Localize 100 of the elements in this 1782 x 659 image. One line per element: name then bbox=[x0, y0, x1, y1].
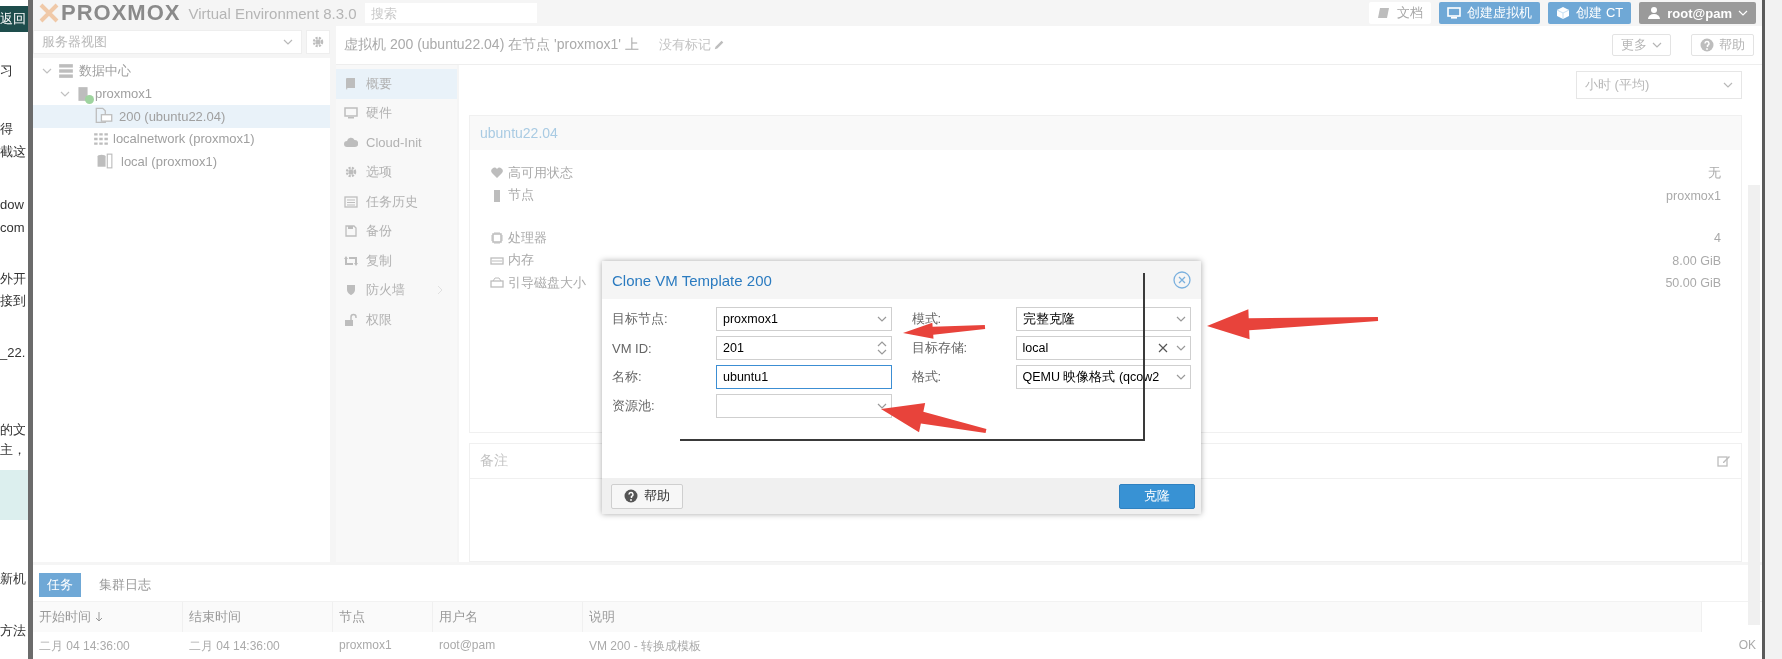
column-header[interactable]: 节点 bbox=[333, 602, 433, 632]
vm-title: 虚拟机 200 (ubuntu22.04) 在节点 'proxmox1' 上 bbox=[344, 36, 639, 54]
edit-button[interactable] bbox=[1717, 454, 1731, 468]
field-label: 目标存储: bbox=[911, 339, 969, 357]
summary-value: 无 bbox=[1708, 164, 1721, 182]
tree-item[interactable]: localnetwork (proxmox1) bbox=[33, 127, 330, 150]
input-field[interactable]: ubuntu1 bbox=[716, 365, 892, 389]
spinner-icon[interactable] bbox=[876, 341, 887, 355]
page-text: 主， bbox=[0, 441, 27, 459]
help-icon bbox=[1700, 38, 1714, 52]
nav-item[interactable]: 任务历史 bbox=[336, 187, 457, 217]
view-dropdown[interactable]: 服务器视图 bbox=[33, 30, 302, 54]
chevron-down-icon bbox=[1176, 345, 1186, 351]
page-text: com bbox=[0, 219, 26, 237]
settings-button[interactable] bbox=[306, 30, 330, 54]
chip-icon bbox=[490, 231, 504, 246]
page-text: 得 bbox=[0, 120, 14, 138]
page-text: 新机 bbox=[0, 570, 27, 588]
nav-item[interactable]: Cloud-Init bbox=[336, 128, 457, 158]
panel-title: ubuntu22.04 bbox=[480, 125, 558, 141]
table-cell-text: proxmox1 bbox=[338, 637, 393, 654]
logo: PROXMOX bbox=[61, 0, 181, 26]
clear-icon[interactable] bbox=[1158, 343, 1168, 353]
column-header[interactable]: 说明 bbox=[583, 602, 1702, 632]
book-icon bbox=[1377, 6, 1392, 20]
tab[interactable]: 任务 bbox=[39, 573, 81, 597]
dropdown-field[interactable]: 完整克隆 bbox=[1015, 307, 1191, 331]
field-label: 名称: bbox=[612, 368, 643, 386]
help-button[interactable]: 帮助 bbox=[1691, 34, 1754, 56]
summary-value: 50.00 GiB bbox=[1665, 276, 1721, 291]
chevron-down-icon bbox=[1723, 82, 1733, 88]
tags-label[interactable]: 没有标记 bbox=[658, 36, 725, 54]
summary-value: 4 bbox=[1714, 231, 1721, 246]
monitor-file-icon bbox=[93, 107, 115, 126]
expander-icon bbox=[42, 68, 52, 75]
table-cell-text: root@pam bbox=[438, 637, 497, 654]
tab[interactable]: 集群日志 bbox=[91, 573, 159, 597]
version-label: Virtual Environment 8.3.0 bbox=[188, 4, 357, 22]
summary-label: 内存 bbox=[490, 252, 534, 270]
close-button[interactable] bbox=[1173, 271, 1191, 289]
gear-icon bbox=[344, 165, 358, 180]
summary-label: 节点 bbox=[490, 187, 534, 205]
chevron-down-icon bbox=[1738, 10, 1748, 16]
page-text: 习 bbox=[0, 62, 14, 80]
nav-item[interactable]: 复制 bbox=[336, 246, 457, 276]
panel-title: 备注 bbox=[480, 452, 508, 470]
monitor-icon bbox=[344, 106, 358, 121]
grid-icon bbox=[93, 130, 109, 147]
page-text: dow bbox=[0, 196, 25, 214]
summary-value: proxmox1 bbox=[1666, 188, 1721, 203]
tree-item[interactable]: 数据中心 bbox=[33, 60, 330, 83]
server-rack-icon bbox=[57, 63, 75, 80]
docs-button[interactable]: 文档 bbox=[1369, 2, 1432, 24]
cube-icon bbox=[1556, 6, 1571, 20]
nav-item[interactable]: 备份 bbox=[336, 216, 457, 246]
tree-item[interactable]: proxmox1 bbox=[33, 82, 330, 105]
server-icon bbox=[75, 85, 91, 102]
table-cell-text: 二月 04 14:36:00 bbox=[188, 638, 281, 655]
summary-label: 高可用状态 bbox=[490, 164, 573, 182]
field-label: 模式: bbox=[911, 310, 943, 328]
dropdown-field[interactable]: proxmox1 bbox=[716, 307, 892, 331]
timeframe-dropdown[interactable]: 小时 (平均) bbox=[1576, 71, 1742, 99]
chevron-down-icon bbox=[1652, 42, 1662, 48]
chevron-down-icon bbox=[283, 39, 293, 45]
nav-item[interactable]: 权限 bbox=[336, 305, 457, 335]
page-text: 外开 bbox=[0, 270, 27, 288]
summary-label: 引导磁盘大小 bbox=[490, 274, 586, 292]
nav-item[interactable]: 硬件 bbox=[336, 98, 457, 128]
heart-icon bbox=[490, 166, 504, 181]
shield-icon bbox=[344, 283, 358, 298]
create-ct-button[interactable]: 创建 CT bbox=[1548, 2, 1632, 24]
page-text: 方法 bbox=[0, 622, 27, 640]
column-header[interactable]: 用户名 bbox=[433, 602, 583, 632]
dropdown-field[interactable]: local bbox=[1015, 336, 1191, 360]
user-menu-button[interactable]: root@pam bbox=[1639, 2, 1756, 24]
field-label: VM ID: bbox=[612, 340, 653, 356]
column-header[interactable]: 结束时间 bbox=[183, 602, 333, 632]
page-text: 截这 bbox=[0, 143, 27, 161]
dropdown-field[interactable] bbox=[716, 394, 892, 418]
cloud-icon bbox=[344, 135, 358, 150]
create-vm-button[interactable]: 创建虚拟机 bbox=[1439, 2, 1541, 24]
summary-label: 处理器 bbox=[490, 229, 547, 247]
table-cell-text: 二月 04 14:36:00 bbox=[38, 638, 131, 655]
back-link[interactable]: 返回 bbox=[0, 6, 28, 32]
clone-button[interactable]: 克隆 bbox=[1119, 483, 1195, 509]
nav-item[interactable]: 概要 bbox=[336, 69, 457, 99]
user-icon bbox=[1647, 6, 1662, 20]
tree-item[interactable]: local (proxmox1) bbox=[33, 150, 330, 173]
help-button[interactable]: 帮助 bbox=[611, 483, 683, 509]
gear-icon bbox=[311, 35, 325, 49]
field-label: 资源池: bbox=[612, 397, 656, 415]
nav-item[interactable]: 选项 bbox=[336, 157, 457, 187]
hard-drive-icon bbox=[490, 276, 504, 291]
more-button[interactable]: 更多 bbox=[1612, 34, 1671, 56]
column-header[interactable]: 开始时间 bbox=[33, 602, 183, 632]
nav-item[interactable]: 防火墙 bbox=[336, 275, 457, 305]
list-icon bbox=[344, 194, 358, 209]
tree-item[interactable]: 200 (ubuntu22.04) bbox=[33, 105, 330, 128]
unlock-icon bbox=[344, 312, 358, 327]
number-field[interactable]: 201 bbox=[716, 336, 892, 360]
